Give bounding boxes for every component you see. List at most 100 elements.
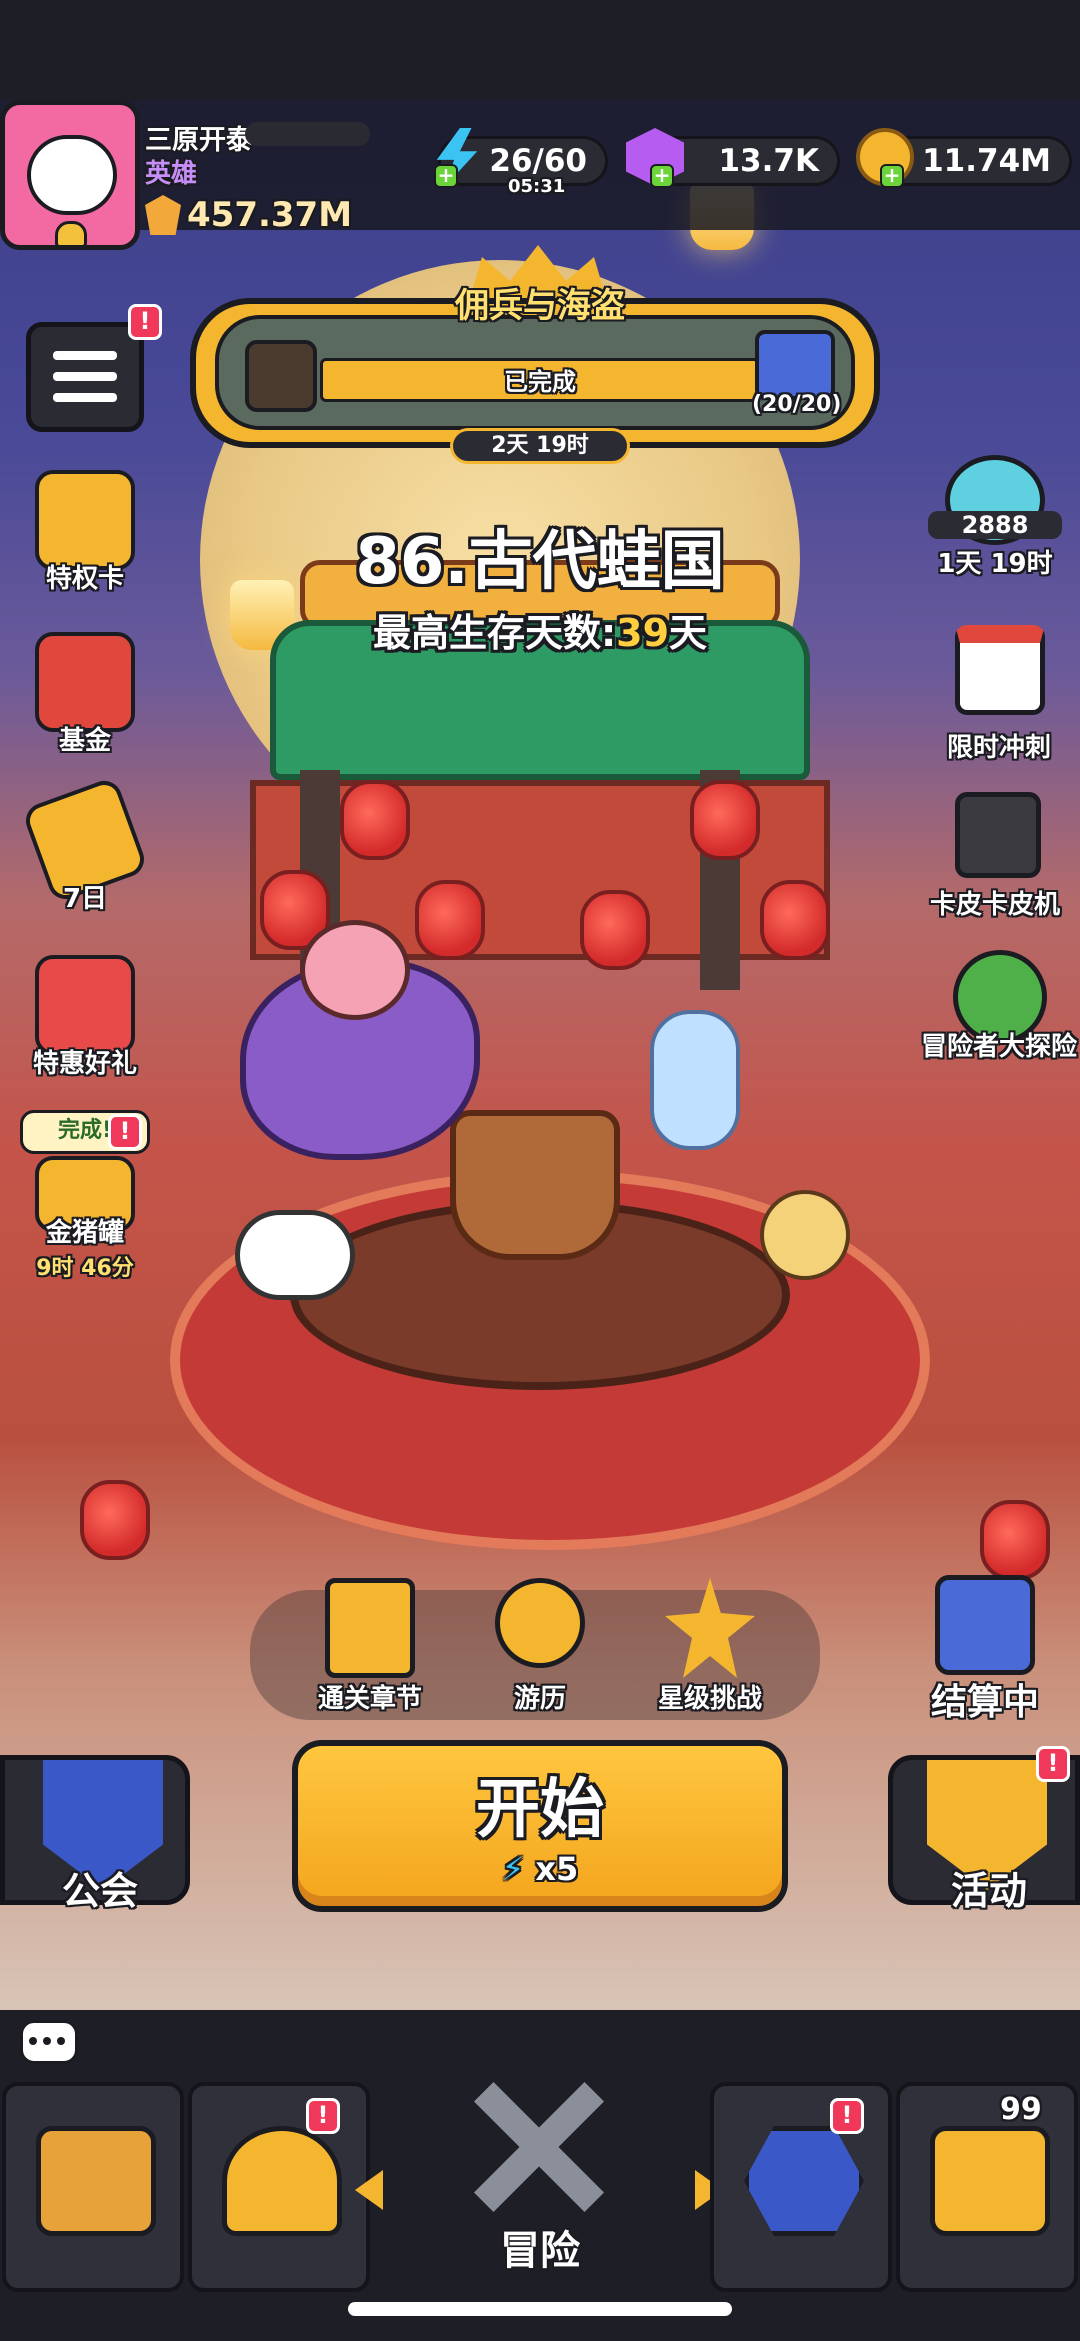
power-icon xyxy=(145,195,181,235)
special-gift-label: 特惠好礼 xyxy=(32,1049,137,1079)
settling-button[interactable]: 结算中 xyxy=(905,1575,1065,1725)
survival-suffix: 天 xyxy=(669,611,708,655)
event-status: 已完成 xyxy=(504,368,576,396)
seven-day-label: 7日 xyxy=(62,884,108,914)
hotpot xyxy=(450,1110,620,1260)
menu-line xyxy=(53,393,117,402)
guild-button[interactable]: 公会 xyxy=(0,1755,190,1913)
pig-hero xyxy=(300,920,410,1020)
nav-shop[interactable] xyxy=(2,2082,184,2292)
chat-bar xyxy=(0,2010,1080,2080)
ice-pet xyxy=(650,1010,740,1150)
piggy-bank-label: 金猪罐 xyxy=(45,1218,124,1248)
piggy-bank-timer: 9时 46分 xyxy=(36,1256,134,1281)
survival-prefix: 最高生存天数: xyxy=(372,611,617,655)
menu-button[interactable] xyxy=(26,322,144,432)
helmet-icon xyxy=(222,2126,342,2236)
energy-timer: 05:31 xyxy=(508,176,566,197)
gold-value: 11.74M xyxy=(922,143,1051,179)
event-timer: 2天 19时 xyxy=(450,428,630,464)
travel-button[interactable]: 游历 xyxy=(460,1578,610,1728)
stage-title: 86.古代蛙国 xyxy=(355,525,725,599)
star-challenge-label: 星级挑战 xyxy=(657,1684,762,1714)
chapter-clear-button[interactable]: 通关章节 xyxy=(290,1578,440,1728)
special-gift-button[interactable]: 特惠好礼 xyxy=(20,955,150,1095)
chapter-chest-icon xyxy=(325,1578,415,1678)
gift-box-icon xyxy=(35,955,135,1055)
slot-machine-icon xyxy=(955,792,1041,878)
crossed-swords-icon xyxy=(474,2082,604,2212)
adventurer-expedition-button[interactable]: 冒险者大探险 xyxy=(921,950,1077,1110)
calendar-icon xyxy=(955,625,1045,715)
piggy-alert-badge: ! xyxy=(108,1114,142,1150)
event-title: 佣兵与海盗 xyxy=(455,286,625,326)
star-challenge-button[interactable]: 星级挑战 xyxy=(630,1578,780,1728)
gem-value: 13.7K xyxy=(718,143,819,179)
activity-alert-badge: ! xyxy=(1036,1746,1070,1782)
player-avatar[interactable] xyxy=(0,100,140,250)
star-challenge-icon xyxy=(665,1578,755,1678)
nav-chest[interactable] xyxy=(896,2082,1078,2292)
home-indicator xyxy=(348,2302,732,2316)
add-gems-button[interactable]: + xyxy=(650,164,674,188)
upgrade-arrow-icon xyxy=(744,2126,864,2236)
start-cost: ⚡ x5 xyxy=(292,1850,788,1888)
slot-machine-label: 卡皮卡皮机 xyxy=(929,890,1060,920)
menu-line xyxy=(53,372,117,381)
menu-line xyxy=(53,351,117,360)
ranking-button[interactable]: 2888 1天 19时 xyxy=(920,455,1070,579)
privilege-card-icon xyxy=(35,470,135,570)
red-lantern xyxy=(980,1500,1050,1580)
time-limited-sprint-label: 限时冲刺 xyxy=(946,733,1051,763)
slot-machine-button[interactable]: 卡皮卡皮机 xyxy=(925,792,1075,922)
avatar-face xyxy=(27,135,117,215)
guild-label: 公会 xyxy=(61,1869,138,1913)
adventurer-expedition-label: 冒险者大探险 xyxy=(920,1032,1077,1062)
nav-equipment[interactable] xyxy=(188,2082,370,2292)
nav-adventure-label: 冒险 xyxy=(500,2228,580,2274)
ranking-timer: 1天 19时 xyxy=(937,549,1053,579)
seven-day-button[interactable]: 7日 xyxy=(20,775,150,930)
book-icon xyxy=(245,340,317,412)
player-title: 英雄 xyxy=(145,159,198,189)
chapter-clear-label: 通关章节 xyxy=(317,1684,422,1714)
nav-left-arrow xyxy=(355,2170,383,2210)
add-gold-button[interactable]: + xyxy=(880,164,904,188)
activity-label: 活动 xyxy=(950,1869,1027,1913)
power-value: 457.37M xyxy=(187,195,353,235)
bell-icon xyxy=(55,221,87,245)
add-energy-button[interactable]: + xyxy=(434,164,458,188)
player-name: 三原开泰 xyxy=(145,125,253,156)
red-lantern xyxy=(760,880,830,960)
crossed-swords-icon xyxy=(935,1575,1035,1675)
travel-compass-icon xyxy=(495,1578,585,1668)
nav-upgrade[interactable] xyxy=(710,2082,892,2292)
start-label: 开始 xyxy=(476,1773,604,1847)
privilege-card-label: 特权卡 xyxy=(45,564,124,594)
mystery-gift-icon[interactable] xyxy=(755,330,835,400)
energy-value: 26/60 xyxy=(489,143,587,179)
energy-icon: ⚡ xyxy=(501,1850,525,1888)
fund-label: 基金 xyxy=(58,726,111,756)
red-lantern xyxy=(340,780,410,860)
time-limited-sprint-button[interactable]: 限时冲刺 xyxy=(925,625,1075,765)
upgrade-alert-badge: ! xyxy=(830,2098,864,2134)
shop-icon xyxy=(36,2126,156,2236)
power-display: 457.37M xyxy=(145,190,352,240)
red-lantern xyxy=(690,780,760,860)
privilege-card-button[interactable]: 特权卡 xyxy=(20,470,150,610)
cloud-pet xyxy=(235,1210,355,1300)
ranking-value: 2888 xyxy=(928,511,1062,539)
survival-days: 39 xyxy=(616,611,670,655)
fund-button[interactable]: 基金 xyxy=(20,632,150,772)
equipment-alert-badge: ! xyxy=(306,2098,340,2134)
chat-icon[interactable] xyxy=(20,2020,78,2064)
mouse-pet xyxy=(760,1190,850,1280)
red-lantern xyxy=(580,890,650,970)
best-survival: 最高生存天数:39天 xyxy=(0,602,1080,657)
start-cost-value: x5 xyxy=(535,1850,579,1888)
chest-count: 99 xyxy=(1000,2092,1042,2127)
travel-label: 游历 xyxy=(513,1684,566,1714)
red-lantern xyxy=(80,1480,150,1560)
menu-alert-badge: ! xyxy=(128,304,162,340)
